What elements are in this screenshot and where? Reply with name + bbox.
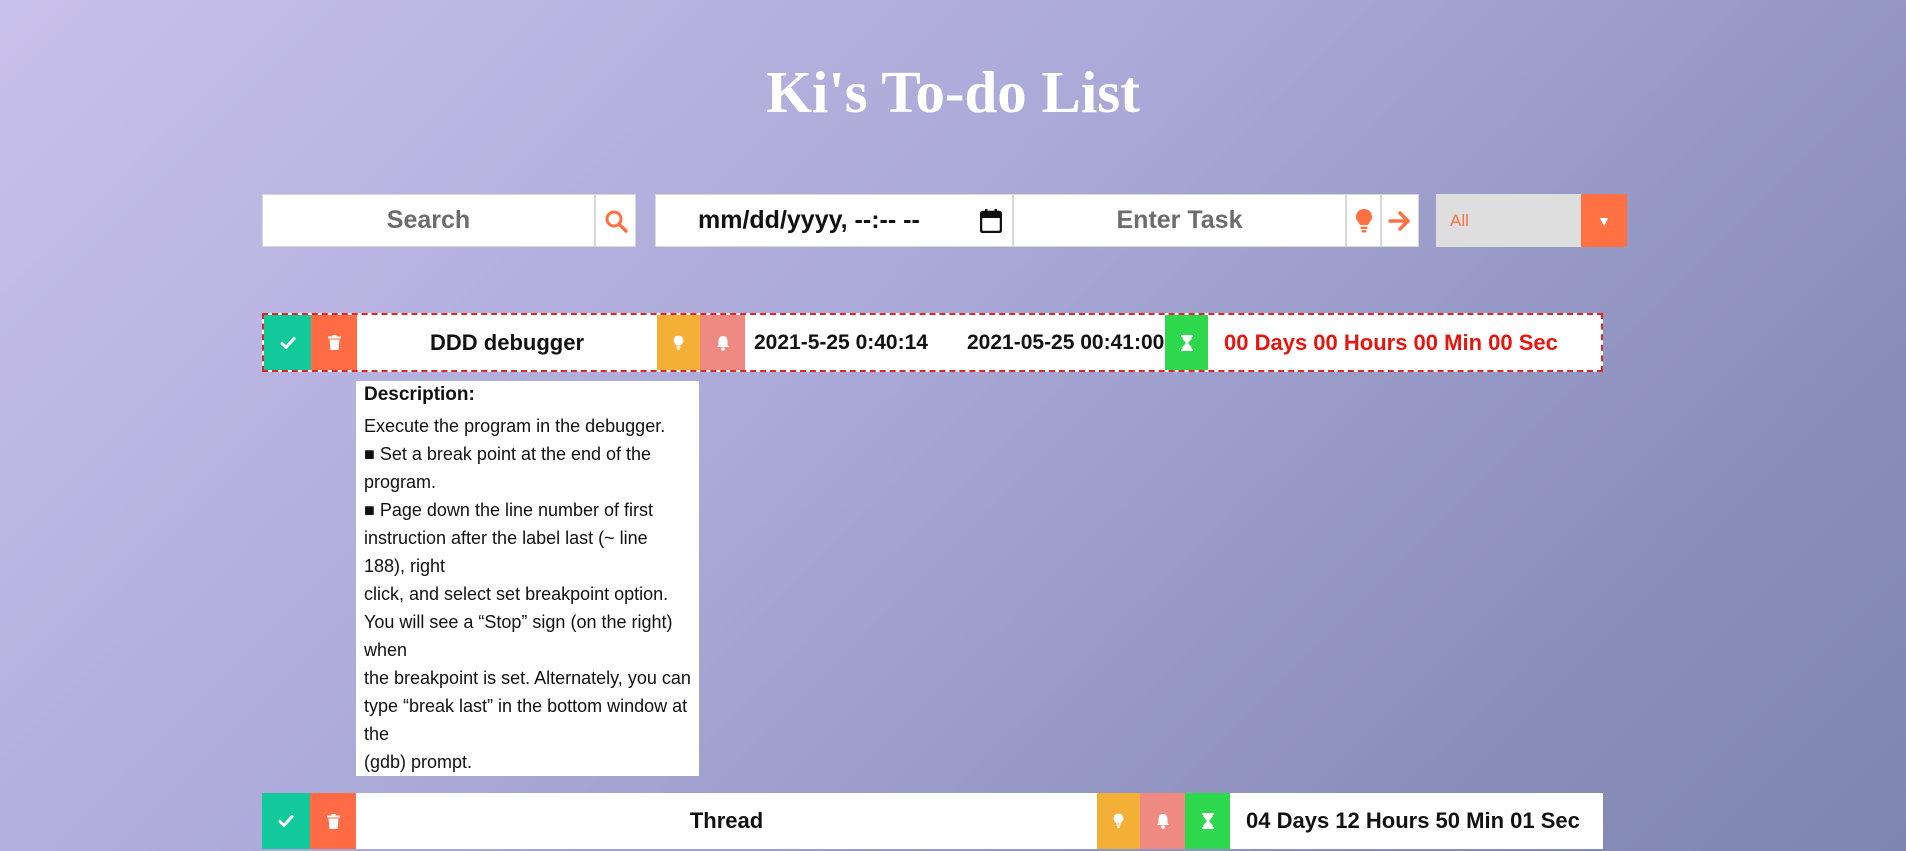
timer-button[interactable] (1185, 793, 1230, 849)
description-line: click, and select set breakpoint option. (364, 584, 669, 604)
description-line: ■ Set a break point at the end of the pr… (364, 444, 652, 492)
task-row: DDD debugger 2021-5-25 0:40:14 2021-05-2… (262, 313, 1603, 372)
page-title: Ki's To-do List (766, 59, 1140, 125)
trash-icon (326, 813, 340, 829)
due-date-input[interactable]: mm/dd/yyyy, --:-- -- (655, 194, 1013, 247)
description-label: Description: (364, 384, 475, 405)
task-input[interactable]: Enter Task (1013, 194, 1346, 247)
description-toggle-button[interactable] (657, 315, 700, 370)
task-countdown: 04 Days 12 Hours 50 Min 01 Sec (1246, 808, 1580, 833)
description-line: ■ Page down the line number of first ins… (364, 500, 654, 576)
complete-button[interactable] (264, 315, 311, 370)
add-task-button[interactable] (1381, 194, 1419, 247)
task-name[interactable]: DDD debugger (357, 315, 657, 370)
description-toggle-button[interactable] (1097, 793, 1140, 849)
hourglass-icon (1201, 813, 1214, 829)
task-row: Thread 04 Days 12 Hours 50 Min 01 Sec (262, 793, 1603, 849)
search-icon (605, 210, 628, 233)
delete-button[interactable] (310, 793, 356, 849)
description-line: (gdb) prompt. (364, 752, 473, 772)
description-line: Execute the program in the debugger. (364, 416, 666, 436)
filter-select[interactable]: All ▼ (1436, 194, 1627, 247)
lightbulb-icon (1355, 208, 1372, 232)
task-due-time: 2021-05-25 00:41:00 (967, 330, 1165, 354)
delete-button[interactable] (311, 315, 357, 370)
complete-button[interactable] (262, 793, 310, 849)
search-placeholder: Search (386, 206, 471, 234)
chevron-down-icon[interactable]: ▼ (1581, 194, 1627, 247)
task-created-time: 2021-5-25 0:40:14 (754, 330, 928, 354)
trash-icon (327, 335, 341, 350)
lightbulb-icon (673, 335, 684, 350)
lightbulb-icon (1113, 813, 1124, 829)
check-icon (278, 815, 294, 827)
calendar-icon[interactable] (980, 208, 1002, 233)
bell-icon (1156, 814, 1169, 829)
description-line: the breakpoint is set. Alternately, you … (364, 668, 691, 744)
timer-button[interactable] (1165, 315, 1208, 370)
task-countdown: 00 Days 00 Hours 00 Min 00 Sec (1224, 329, 1558, 355)
search-input[interactable]: Search (262, 194, 595, 247)
search-button[interactable] (595, 194, 636, 247)
arrow-right-icon (1388, 210, 1410, 231)
task-description-panel: Description: Execute the program in the … (356, 381, 699, 776)
description-line: You will see a “Stop” sign (on the right… (364, 612, 673, 660)
filter-value: All (1436, 194, 1581, 247)
task-placeholder: Enter Task (1116, 206, 1243, 234)
bell-icon (716, 335, 729, 351)
hourglass-icon (1180, 334, 1193, 351)
check-icon (280, 336, 295, 349)
task-name[interactable]: Thread (356, 793, 1097, 849)
description-button[interactable] (1346, 194, 1381, 247)
date-placeholder: mm/dd/yyyy, --:-- -- (698, 206, 920, 234)
reminder-button[interactable] (700, 315, 745, 370)
reminder-button[interactable] (1140, 793, 1185, 849)
